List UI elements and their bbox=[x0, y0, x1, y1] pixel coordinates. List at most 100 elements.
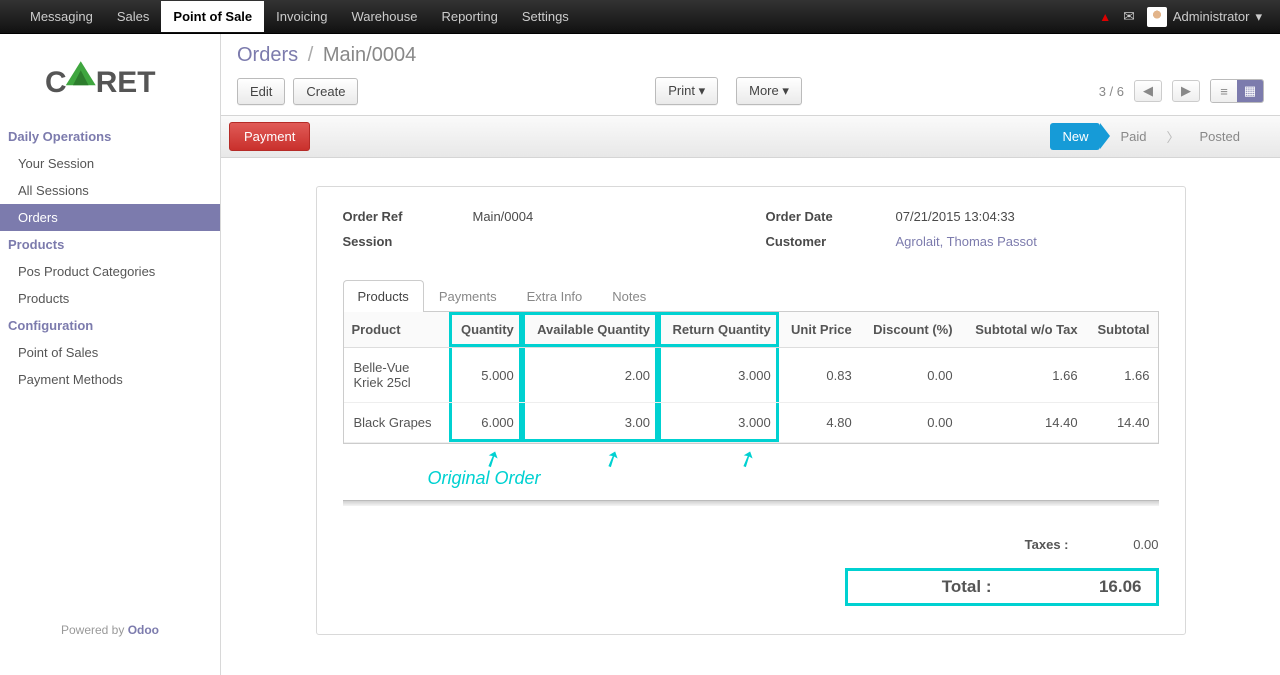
tabs: Products Payments Extra Info Notes bbox=[343, 279, 1159, 312]
cell-price: 0.83 bbox=[779, 348, 860, 403]
arrow-icon: ➚ bbox=[598, 443, 626, 474]
table-header-row: Product Quantity Available Quantity Retu… bbox=[344, 312, 1158, 348]
menu-reporting[interactable]: Reporting bbox=[429, 1, 509, 32]
menu-messaging[interactable]: Messaging bbox=[18, 1, 105, 32]
col-return-qty[interactable]: Return Quantity bbox=[658, 312, 779, 348]
cell-price: 4.80 bbox=[779, 403, 860, 443]
total-label: Total : bbox=[862, 577, 992, 597]
cell-sub: 14.40 bbox=[1086, 403, 1158, 443]
cell-subwo: 1.66 bbox=[961, 348, 1086, 403]
col-quantity[interactable]: Quantity bbox=[449, 312, 522, 348]
cell-avail: 2.00 bbox=[522, 348, 658, 403]
odoo-link[interactable]: Odoo bbox=[128, 623, 159, 637]
order-form: Order RefMain/0004 Session Order Date07/… bbox=[316, 186, 1186, 635]
edit-button[interactable]: Edit bbox=[237, 78, 285, 105]
list-view-button[interactable]: ≡ bbox=[1211, 80, 1237, 102]
table-row[interactable]: Black Grapes 6.000 3.00 3.000 4.80 0.00 … bbox=[344, 403, 1158, 443]
table-row[interactable]: Belle-Vue Kriek 25cl 5.000 2.00 3.000 0.… bbox=[344, 348, 1158, 403]
sidebar-item-pos-categories[interactable]: Pos Product Categories bbox=[0, 258, 220, 285]
label-session: Session bbox=[343, 234, 473, 249]
breadcrumb-root[interactable]: Orders bbox=[237, 44, 298, 66]
col-subtotal-wo-tax[interactable]: Subtotal w/o Tax bbox=[961, 312, 1086, 348]
stage-new[interactable]: New bbox=[1050, 123, 1100, 150]
print-button[interactable]: Print ▾ bbox=[655, 77, 718, 105]
cell-qty: 6.000 bbox=[449, 403, 522, 443]
logo: C RET bbox=[0, 44, 220, 123]
annotation-label: Original Order bbox=[428, 468, 541, 489]
nav-group-configuration: Configuration bbox=[0, 312, 220, 339]
col-subtotal[interactable]: Subtotal bbox=[1086, 312, 1158, 348]
col-product[interactable]: Product bbox=[344, 312, 450, 348]
menu-invoicing[interactable]: Invoicing bbox=[264, 1, 339, 32]
breadcrumb-current: Main/0004 bbox=[323, 44, 416, 66]
tab-notes[interactable]: Notes bbox=[597, 280, 661, 312]
taxes-value: 0.00 bbox=[1069, 537, 1159, 552]
annotation-overlay: ➚ ➚ ➚ Original Order bbox=[343, 448, 1159, 496]
stage-posted[interactable]: Posted bbox=[1188, 125, 1252, 148]
tab-products[interactable]: Products bbox=[343, 280, 424, 312]
user-menu[interactable]: Administrator ▾ bbox=[1147, 7, 1262, 27]
cell-product: Black Grapes bbox=[344, 403, 450, 443]
stage-paid[interactable]: Paid bbox=[1108, 125, 1158, 148]
more-button[interactable]: More ▾ bbox=[736, 77, 802, 105]
cell-sub: 1.66 bbox=[1086, 348, 1158, 403]
form-view-button[interactable]: ▦ bbox=[1237, 80, 1263, 102]
svg-text:C: C bbox=[45, 66, 67, 99]
divider bbox=[343, 500, 1159, 506]
col-discount[interactable]: Discount (%) bbox=[860, 312, 961, 348]
tab-payments[interactable]: Payments bbox=[424, 280, 512, 312]
order-lines-table: Product Quantity Available Quantity Retu… bbox=[344, 312, 1158, 443]
nav-group-daily-operations: Daily Operations bbox=[0, 123, 220, 150]
top-right-tools: ▲ ✉ Administrator ▾ bbox=[1099, 7, 1262, 27]
top-menu: Messaging Sales Point of Sale Invoicing … bbox=[18, 1, 581, 32]
view-switcher: ≡ ▦ bbox=[1210, 79, 1264, 103]
menu-warehouse[interactable]: Warehouse bbox=[339, 1, 429, 32]
toolbar: Edit Create Print ▾ More ▾ 3 / 6 ◀ ▶ ≡ ▦ bbox=[237, 77, 1264, 115]
caret-down-icon: ▾ bbox=[699, 83, 706, 98]
sidebar-item-point-of-sales[interactable]: Point of Sales bbox=[0, 339, 220, 366]
chevron-right-icon: 〉 bbox=[1167, 127, 1180, 146]
tab-extra-info[interactable]: Extra Info bbox=[512, 280, 598, 312]
sidebar-item-all-sessions[interactable]: All Sessions bbox=[0, 177, 220, 204]
sidebar: C RET Daily Operations Your Session All … bbox=[0, 34, 220, 675]
status-bar: Payment New Paid 〉 Posted bbox=[221, 115, 1280, 158]
sidebar-item-products-list[interactable]: Products bbox=[0, 285, 220, 312]
cell-disc: 0.00 bbox=[860, 403, 961, 443]
value-customer[interactable]: Agrolait, Thomas Passot bbox=[896, 234, 1159, 249]
breadcrumb: Orders / Main/0004 bbox=[237, 44, 1264, 67]
payment-button[interactable]: Payment bbox=[229, 122, 310, 151]
main: Orders / Main/0004 Edit Create Print ▾ M… bbox=[220, 34, 1280, 675]
grand-total-highlight: Total : 16.06 bbox=[845, 568, 1159, 606]
sidebar-item-your-session[interactable]: Your Session bbox=[0, 150, 220, 177]
menu-settings[interactable]: Settings bbox=[510, 1, 581, 32]
chat-icon[interactable]: ✉ bbox=[1123, 8, 1135, 25]
chevron-down-icon: ▾ bbox=[1255, 9, 1262, 25]
total-value: 16.06 bbox=[1052, 577, 1142, 597]
stage-indicator: New Paid 〉 Posted bbox=[1050, 123, 1272, 150]
col-unit-price[interactable]: Unit Price bbox=[779, 312, 860, 348]
sidebar-item-orders[interactable]: Orders bbox=[0, 204, 220, 231]
totals: Taxes : 0.00 Total : 16.06 bbox=[343, 531, 1159, 612]
avatar bbox=[1147, 7, 1167, 27]
menu-sales[interactable]: Sales bbox=[105, 1, 162, 32]
cell-avail: 3.00 bbox=[522, 403, 658, 443]
caret-down-icon: ▾ bbox=[782, 83, 789, 98]
col-available-qty[interactable]: Available Quantity bbox=[522, 312, 658, 348]
value-order-date: 07/21/2015 13:04:33 bbox=[896, 209, 1159, 224]
svg-text:RET: RET bbox=[96, 66, 156, 99]
pager-text: 3 / 6 bbox=[1099, 84, 1124, 99]
powered-by: Powered by Odoo bbox=[0, 623, 220, 637]
value-order-ref: Main/0004 bbox=[473, 209, 736, 224]
pager-next-button[interactable]: ▶ bbox=[1172, 80, 1200, 102]
create-button[interactable]: Create bbox=[293, 78, 358, 105]
top-menubar: Messaging Sales Point of Sale Invoicing … bbox=[0, 0, 1280, 34]
cell-ret: 3.000 bbox=[658, 403, 779, 443]
sidebar-item-payment-methods[interactable]: Payment Methods bbox=[0, 366, 220, 393]
menu-point-of-sale[interactable]: Point of Sale bbox=[161, 1, 264, 32]
taxes-label: Taxes : bbox=[939, 537, 1069, 552]
cell-qty: 5.000 bbox=[449, 348, 522, 403]
cell-ret: 3.000 bbox=[658, 348, 779, 403]
label-order-date: Order Date bbox=[766, 209, 896, 224]
alert-icon[interactable]: ▲ bbox=[1099, 10, 1111, 24]
pager-prev-button[interactable]: ◀ bbox=[1134, 80, 1162, 102]
